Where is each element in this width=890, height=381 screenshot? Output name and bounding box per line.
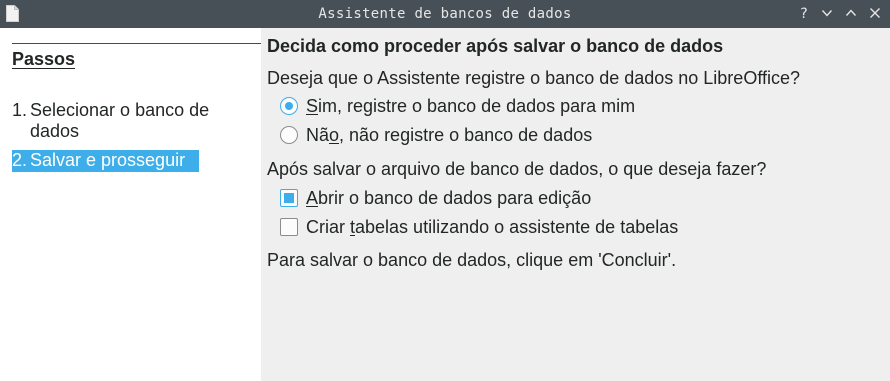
finish-hint: Para salvar o banco de dados, clique em … [267,250,677,270]
step-label: Selecionar o banco de dados [30,100,210,141]
register-yes-label: Sim, registre o banco de dados para mim [306,96,636,116]
step-number: 1. [12,100,28,120]
checkbox-checked-icon [280,189,298,207]
help-icon[interactable]: ? [795,5,813,23]
minimize-icon[interactable] [818,5,836,23]
steps-heading: Passos [12,49,76,69]
after-save-question: Após salvar o arquivo de banco de dados,… [267,159,767,179]
create-tables-label: Criar tabelas utilizando o assistente de… [306,217,679,237]
wizard-page: Decida como proceder após salvar o banco… [261,28,890,381]
register-question: Deseja que o Assistente registre o banco… [267,68,801,88]
maximize-icon[interactable] [842,5,860,23]
checkbox-unchecked-icon [280,218,298,236]
steps-divider [12,43,261,44]
close-icon[interactable] [866,5,884,23]
step-item-save-and-proceed[interactable]: 2. Salvar e prosseguir [12,150,199,172]
window-title: Assistente de bancos de dados [318,6,572,22]
steps-pane: Passos 1. Selecionar o banco de dados 2.… [0,28,261,381]
step-item-select-database[interactable]: 1. Selecionar o banco de dados [12,100,252,142]
open-for-editing-label: Abrir o banco de dados para edição [306,188,592,208]
window-titlebar: Assistente de bancos de dados ? [0,0,890,28]
radio-checked-icon [280,97,298,115]
step-label: Salvar e prosseguir [30,150,186,170]
register-no-label: Não, não registre o banco de dados [306,125,593,145]
radio-unchecked-icon [280,126,298,144]
page-title: Decida como proceder após salvar o banco… [267,36,724,56]
step-number: 2. [12,150,28,170]
